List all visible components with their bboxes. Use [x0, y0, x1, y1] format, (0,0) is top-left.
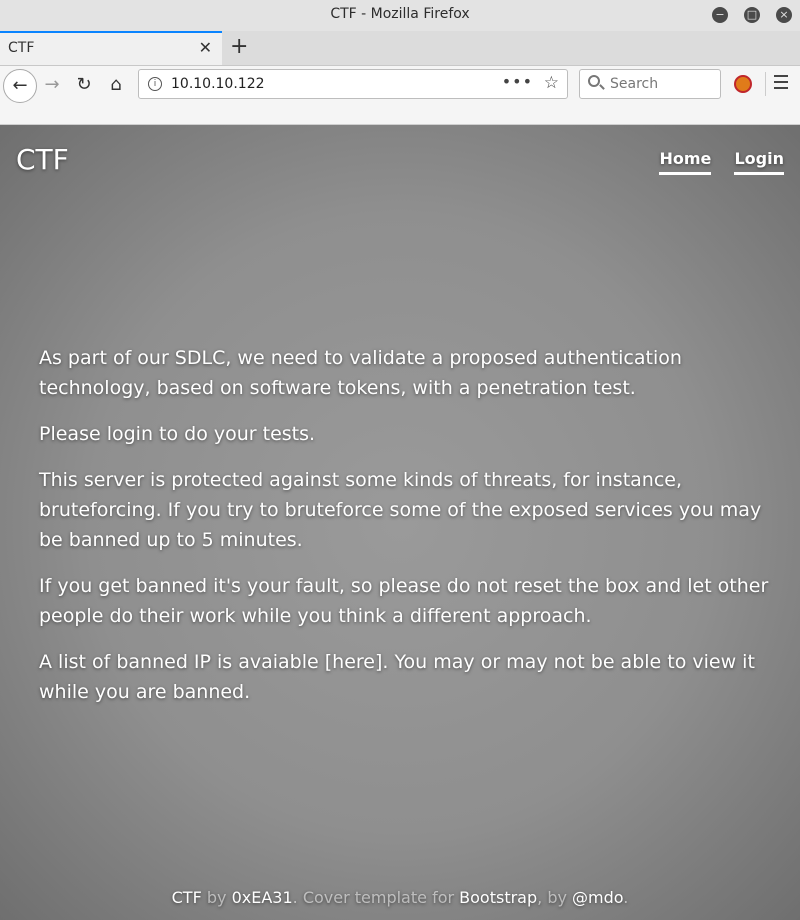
close-window-icon[interactable]: ×	[776, 7, 792, 23]
home-icon[interactable]: ⌂	[100, 69, 132, 101]
back-arrow-icon[interactable]: ←	[3, 69, 37, 103]
paragraph-protection: This server is protected against some ki…	[39, 469, 762, 551]
search-placeholder: Search	[610, 76, 659, 92]
paragraph-login: Please login to do your tests.	[39, 423, 316, 445]
footer-bootstrap-link[interactable]: Bootstrap	[459, 888, 537, 907]
window-titlebar: CTF - Mozilla Firefox − □ ×	[0, 0, 800, 31]
hamburger-menu-icon[interactable]	[774, 75, 788, 93]
footer: CTF by 0xEA31. Cover template for Bootst…	[0, 888, 800, 907]
masthead-nav: Home Login	[641, 149, 784, 175]
new-tab-icon[interactable]: +	[230, 34, 248, 59]
page-actions-icon[interactable]: •••	[502, 72, 533, 91]
page-content: CTF Home Login As part of our SDLC, we n…	[0, 125, 800, 920]
footer-text: by	[201, 888, 232, 907]
paragraph-banned-list: A list of banned IP is avaiable [here]. …	[39, 651, 755, 703]
footer-ctf-link[interactable]: CTF	[172, 888, 202, 907]
url-text[interactable]: 10.10.10.122	[171, 76, 265, 92]
footer-text: . Cover template for	[292, 888, 460, 907]
tab-label: CTF	[8, 40, 35, 56]
window-title: CTF - Mozilla Firefox	[330, 6, 470, 22]
footer-text: .	[623, 888, 629, 907]
main-text: As part of our SDLC, we need to validate…	[39, 343, 769, 723]
tab-ctf[interactable]: CTF ✕	[0, 31, 222, 65]
nav-login-link[interactable]: Login	[734, 149, 784, 175]
site-brand: CTF	[16, 143, 69, 176]
nav-toolbar: ← → ↻ ⌂ i 10.10.10.122 ••• ☆ Search	[0, 66, 800, 125]
url-bar[interactable]: i 10.10.10.122 ••• ☆	[138, 69, 568, 99]
toolbar-separator	[765, 72, 766, 96]
maximize-icon[interactable]: □	[744, 7, 760, 23]
close-tab-icon[interactable]: ✕	[199, 38, 212, 57]
forward-arrow-icon[interactable]: →	[36, 69, 68, 101]
tab-bar: CTF ✕ +	[0, 31, 800, 66]
footer-text: , by	[537, 888, 573, 907]
minimize-icon[interactable]: −	[712, 7, 728, 23]
site-info-icon[interactable]: i	[148, 77, 162, 91]
paragraph-banned: If you get banned it's your fault, so pl…	[39, 575, 769, 627]
bookmark-star-icon[interactable]: ☆	[544, 73, 559, 93]
footer-mdo-link[interactable]: @mdo	[572, 888, 623, 907]
footer-author-link[interactable]: 0xEA31	[232, 888, 293, 907]
reload-icon[interactable]: ↻	[68, 69, 100, 101]
search-input[interactable]: Search	[579, 69, 721, 99]
search-icon	[588, 75, 600, 87]
addon-icon[interactable]	[734, 75, 752, 93]
nav-home-link[interactable]: Home	[659, 149, 712, 175]
paragraph-intro: As part of our SDLC, we need to validate…	[39, 347, 682, 399]
